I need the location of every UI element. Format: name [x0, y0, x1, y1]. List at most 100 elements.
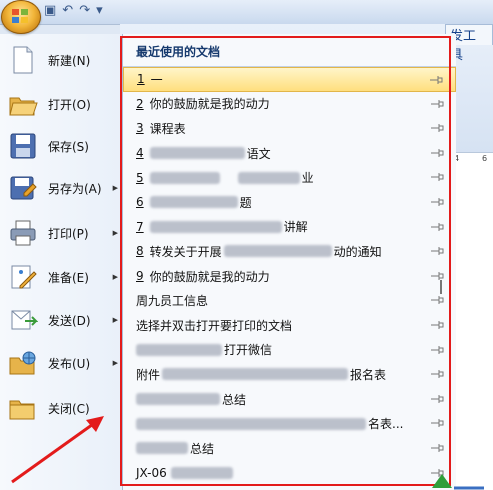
recent-item[interactable]: 4 语文 — [123, 141, 456, 166]
submenu-arrow-icon: ▶ — [112, 184, 118, 192]
item-number: 6 — [136, 195, 144, 210]
pin-icon[interactable] — [430, 369, 444, 379]
pin-icon[interactable] — [430, 443, 444, 453]
recent-documents-header: 最近使用的文档 — [123, 34, 456, 67]
pin-icon[interactable] — [430, 345, 444, 355]
submenu-arrow-icon: ▶ — [112, 316, 118, 324]
menu-item-open[interactable]: 打开(O) — [4, 84, 118, 124]
item-title-suffix: 名表... — [368, 417, 404, 432]
item-number: 5 — [136, 170, 144, 185]
redacted-text — [237, 171, 300, 184]
item-title: 你的鼓励就是我的动力 — [149, 97, 270, 112]
open-folder-icon — [8, 89, 38, 119]
item-number: 3 — [136, 121, 144, 136]
submenu-arrow-icon: ▶ — [112, 229, 118, 237]
menu-item-close[interactable]: 关闭(C) — [4, 388, 118, 428]
redacted-text — [136, 343, 222, 356]
menu-item-save[interactable]: 保存(S) — [4, 126, 118, 166]
item-title: 周九员工信息 — [136, 294, 209, 309]
item-title: 语文 — [246, 146, 271, 161]
save-icon[interactable]: ▣ — [44, 3, 56, 18]
recent-item[interactable]: 总结 — [123, 387, 456, 412]
item-title: 总结 — [190, 441, 215, 456]
redacted-text — [136, 417, 366, 430]
submenu-arrow-icon: ▶ — [112, 273, 118, 281]
item-number: 1 — [137, 72, 145, 87]
menu-item-new[interactable]: 新建(N) — [4, 40, 118, 80]
recent-item[interactable]: 8 转发关于开展 动的通知 — [123, 239, 456, 264]
item-title-suffix: 动的通知 — [333, 244, 382, 259]
menu-commands: 新建(N) 打开(O) 保存(S) 另存为(A) ▶ 打印(P) ▶ 准备(E)… — [0, 34, 123, 490]
send-icon — [8, 305, 39, 335]
item-title: 选择并双击打开要打印的文档 — [136, 318, 293, 333]
recent-item[interactable]: 6题 — [123, 190, 456, 215]
item-title: 题 — [239, 195, 252, 210]
undo-icon[interactable]: ↶ — [62, 3, 73, 18]
pin-icon[interactable] — [429, 75, 443, 85]
recent-item[interactable]: 总结 — [123, 436, 456, 461]
redo-icon[interactable]: ↷ — [79, 3, 90, 18]
menu-item-label: 打开(O) — [48, 97, 91, 112]
menu-item-print[interactable]: 打印(P) ▶ — [4, 213, 118, 253]
menu-item-label: 准备(E) — [48, 270, 89, 285]
quick-access-toolbar: ▣ ↶ ↷ ▾ — [44, 3, 103, 18]
recent-item[interactable]: 附件 报名表 — [123, 362, 456, 387]
recent-item[interactable]: JX-06 — [123, 461, 456, 486]
item-number: 9 — [136, 269, 144, 284]
office-menu: 新建(N) 打开(O) 保存(S) 另存为(A) ▶ 打印(P) ▶ 准备(E)… — [0, 34, 493, 490]
recent-item[interactable]: 5业 — [123, 165, 456, 190]
item-title: JX-06 — [136, 465, 167, 480]
recent-item[interactable]: 打开微信 — [123, 338, 456, 363]
item-title: 业 — [301, 171, 314, 186]
recent-item[interactable]: 名表... — [123, 411, 456, 436]
pin-icon[interactable] — [430, 246, 444, 256]
item-title: 课程表 — [149, 121, 186, 136]
pin-icon[interactable] — [430, 197, 444, 207]
recent-documents-panel: 最近使用的文档 1一 2 你的鼓励就是我的动力 3 课程表 4 语文 5业 6 … — [123, 34, 456, 490]
menu-item-prepare[interactable]: 准备(E) ▶ — [4, 257, 118, 297]
recent-item[interactable]: 周九员工信息 — [123, 288, 456, 313]
item-title: 打开微信 — [224, 343, 273, 358]
item-title: 你的鼓励就是我的动力 — [149, 269, 270, 284]
menu-item-send[interactable]: 发送(D) ▶ — [4, 300, 118, 340]
item-title: 总结 — [222, 392, 247, 407]
printer-icon — [8, 218, 38, 248]
watermark-logo-icon — [432, 474, 484, 490]
menu-item-save-as[interactable]: 另存为(A) ▶ — [4, 168, 118, 208]
item-title: 附件 — [136, 367, 161, 382]
pin-icon[interactable] — [430, 320, 444, 330]
item-title: 讲解 — [283, 220, 308, 235]
recent-item[interactable]: 7 讲解 — [123, 215, 456, 240]
recent-documents-title: 最近使用的文档 — [136, 45, 221, 59]
menu-item-publish[interactable]: 发布(U) ▶ — [4, 343, 118, 383]
pin-icon[interactable] — [430, 148, 444, 158]
menu-item-label: 新建(N) — [48, 53, 91, 68]
redacted-text — [149, 220, 282, 233]
recent-item[interactable]: 2 你的鼓励就是我的动力 — [123, 92, 456, 117]
pin-icon[interactable] — [430, 99, 444, 109]
recent-item[interactable]: 9 你的鼓励就是我的动力 — [123, 264, 456, 289]
menu-item-label: 保存(S) — [48, 139, 89, 154]
recent-item[interactable]: 选择并双击打开要打印的文档 — [123, 313, 456, 338]
close-folder-icon — [8, 393, 38, 423]
pin-icon[interactable] — [430, 394, 444, 404]
recent-item[interactable]: 1一 — [123, 67, 456, 92]
item-title-suffix: 报名表 — [350, 367, 387, 382]
menu-item-label: 发送(D) — [48, 313, 91, 328]
redacted-text — [223, 245, 332, 258]
pin-icon[interactable] — [430, 222, 444, 232]
pin-icon[interactable] — [430, 295, 444, 305]
title-bar: ▣ ↶ ↷ ▾ — [0, 0, 493, 25]
recent-item[interactable]: 3 课程表 — [123, 116, 456, 141]
customize-toolbar-icon[interactable]: ▾ — [96, 3, 103, 18]
menu-item-label: 发布(U) — [48, 356, 91, 371]
redacted-text — [149, 147, 245, 160]
redacted-text — [170, 466, 233, 479]
pin-icon[interactable] — [430, 123, 444, 133]
scroll-indicator — [440, 280, 442, 294]
office-button[interactable] — [1, 0, 41, 34]
pin-icon[interactable] — [430, 172, 444, 182]
pin-icon[interactable] — [430, 418, 444, 428]
office-logo-icon — [12, 9, 30, 25]
item-title: 转发关于开展 — [149, 244, 222, 259]
